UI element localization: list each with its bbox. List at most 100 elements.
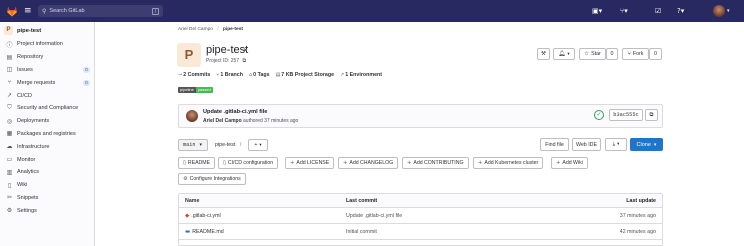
download-dropdown[interactable]: ⤓ ▾ (605, 138, 627, 151)
clone-button[interactable]: Clone ▾ (630, 138, 663, 151)
repo-path: pipe-test / (215, 142, 241, 148)
add-wiki-button[interactable]: + Add Wiki (551, 157, 588, 169)
sidebar-item-packages[interactable]: ▦ Packages and registries (0, 128, 95, 141)
add-kubernetes-cluster-button[interactable]: + Add Kubernetes cluster (473, 157, 544, 169)
gitlab-logo-icon[interactable] (6, 5, 18, 17)
commit-message[interactable]: Update .gitlab-ci.yml file (203, 109, 267, 115)
star-button[interactable]: ☆ Star (579, 48, 606, 60)
file-last-commit[interactable]: Update .gitlab-ci.yml file (346, 208, 402, 223)
tags-link[interactable]: ⌂0 Tags (249, 72, 270, 78)
commit-icon: ⊸ (178, 72, 183, 78)
file-name-cell[interactable]: ▬ README.md (185, 224, 224, 239)
sidebar-item-project-information[interactable]: ⓘ Project information (0, 38, 95, 51)
column-header-last-update: Last update (626, 197, 656, 204)
table-row[interactable]: ▬ README.md Initial commit 42 minutes ag… (179, 224, 662, 240)
pipeline-status-badge[interactable]: pipeline passed (178, 87, 213, 93)
fork-count[interactable]: 0 (649, 48, 662, 60)
sidebar-item-snippets[interactable]: ✂ Snippets (0, 192, 95, 205)
readme-button[interactable]: ▯ README (178, 157, 216, 169)
sidebar-item-settings[interactable]: ⚙ Settings (0, 204, 95, 217)
cicd-configuration-button[interactable]: ▯ CI/CD configuration (218, 157, 279, 169)
search-input[interactable]: ⚲ Search GitLab / (38, 5, 163, 17)
pipeline-success-icon[interactable]: ✓ (594, 110, 604, 120)
file-last-commit[interactable]: Initial commit (346, 224, 377, 239)
sidebar-item-deployments[interactable]: ◎ Deployments (0, 115, 95, 128)
branch-icon: ⑂ (216, 72, 220, 78)
table-header: Name Last commit Last update (179, 194, 662, 208)
copy-icon[interactable]: ⧉ (242, 58, 246, 64)
snippet-icon: ✂ (6, 194, 13, 202)
sidebar-item-security[interactable]: ⛉ Security and Compliance (0, 102, 95, 115)
branches-link[interactable]: ⑂1 Branch (216, 72, 243, 78)
search-icon: ⚲ (42, 7, 47, 15)
file-last-update: 37 minutes ago (619, 212, 656, 219)
commit-time: authored 37 minutes ago (243, 118, 299, 124)
info-icon: ⓘ (6, 41, 13, 49)
fork-button[interactable]: ⑂ Fork (622, 48, 649, 60)
gitlab-file-icon: ◆ (185, 212, 190, 219)
branch-selector[interactable]: main ▾ (178, 139, 208, 151)
project-avatar: P (177, 43, 201, 67)
table-row[interactable]: ◆ .gitlab-ci.yml Update .gitlab-ci.yml f… (179, 208, 662, 224)
sidebar-item-label: Issues (17, 66, 33, 73)
repo-path-root[interactable]: pipe-test (215, 142, 235, 148)
file-tree-table: Name Last commit Last update ◆ .gitlab-c… (178, 193, 663, 246)
sidebar-item-analytics[interactable]: ▥ Analytics (0, 166, 95, 179)
breadcrumb-project[interactable]: pipe-test (223, 27, 243, 32)
sidebar-item-label: Merge requests (17, 79, 56, 86)
add-to-tree-dropdown[interactable]: + ▾ (248, 139, 268, 151)
storage-icon: ▤ (275, 72, 281, 78)
plus-icon: + (478, 160, 483, 166)
cloud-icon: ☁ (6, 143, 13, 151)
help-icon[interactable]: ?▾ (677, 6, 684, 16)
add-changelog-button[interactable]: + Add CHANGELOG (338, 157, 399, 169)
last-commit-panel: Update .gitlab-ci.yml file Ariel Del Cam… (178, 104, 663, 128)
file-icon: ▯ (183, 160, 186, 166)
issues-icon[interactable]: ▣▾ (592, 6, 602, 16)
sidebar-item-label: Wiki (17, 182, 28, 189)
file-icon: ▯ (223, 160, 226, 166)
notifications-button[interactable]: 🔔︎ ▾ (553, 48, 575, 60)
star-count[interactable]: 0 (606, 48, 618, 60)
file-name: README.md (192, 228, 224, 235)
add-license-button[interactable]: + Add LICENSE (285, 157, 335, 169)
pipeline-badge-label: pipeline (178, 87, 196, 93)
add-contributing-button[interactable]: + Add CONTRIBUTING (402, 157, 469, 169)
breadcrumb-owner[interactable]: Ariel Del Campo (178, 27, 213, 32)
sidebar-item-wiki[interactable]: ▯ Wiki (0, 179, 95, 192)
merge-requests-icon[interactable]: ⑂▾ (620, 6, 628, 16)
sidebar-item-merge-requests[interactable]: ⑂ Merge requests 0 (0, 76, 95, 89)
star-icon: ☆ (584, 51, 590, 57)
web-ide-button[interactable]: Web IDE (572, 138, 601, 151)
plus-icon: + (407, 160, 412, 166)
copy-sha-button[interactable]: ⧉ (645, 109, 658, 121)
pipeline-badge-status: passed (195, 87, 213, 93)
fork-label: Fork (632, 51, 644, 57)
environments-link[interactable]: ↗1 Environment (340, 72, 382, 78)
configure-integrations-button[interactable]: ⚙ Configure Integrations (178, 173, 246, 185)
commit-author[interactable]: Ariel Del Campo (203, 118, 242, 124)
sidebar-item-cicd[interactable]: ↗ CI/CD (0, 89, 95, 102)
storage-link[interactable]: ▤7 KB Project Storage (276, 72, 334, 78)
page-title: pipe-test (206, 44, 249, 56)
chevron-down-icon: ▾ (259, 142, 262, 148)
sidebar-item-issues[interactable]: ◫ Issues 0 (0, 64, 95, 77)
sidebar-item-monitor[interactable]: ▭ Monitor (0, 153, 95, 166)
search-shortcut-hint: / (152, 7, 159, 15)
tag-icon: ⌂ (248, 72, 253, 78)
sidebar-item-infrastructure[interactable]: ☁ Infrastructure (0, 140, 95, 153)
commit-sha[interactable]: b3ac555c (609, 109, 643, 121)
sidebar-item-repository[interactable]: ▤ Repository (0, 51, 95, 64)
file-name-cell[interactable]: ◆ .gitlab-ci.yml (185, 208, 221, 223)
chevron-down-icon[interactable]: ▾ (727, 6, 730, 16)
sidebar-project-header[interactable]: P pipe-test (4, 24, 94, 37)
commit-author-avatar[interactable] (186, 110, 198, 122)
find-file-button[interactable]: Find file (540, 138, 569, 151)
todos-icon[interactable]: ☑ (655, 6, 661, 16)
hamburger-menu-icon[interactable]: ≡ (24, 6, 32, 16)
commits-link[interactable]: ⊸2 Commits (178, 72, 210, 78)
admin-button[interactable]: ⚒ (537, 48, 550, 60)
monitor-icon: ▭ (6, 156, 13, 164)
file-name: .gitlab-ci.yml (191, 212, 221, 219)
user-avatar[interactable] (713, 5, 725, 17)
